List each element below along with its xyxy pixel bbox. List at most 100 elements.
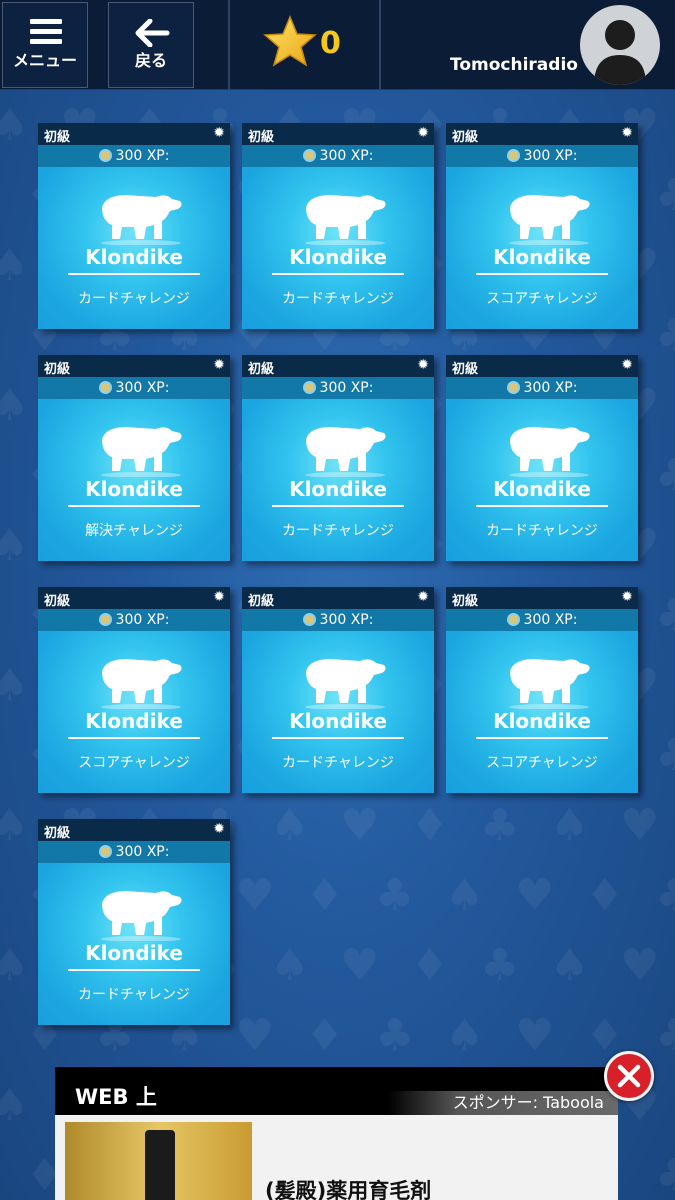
- xp-bar: 300 XP:: [242, 145, 434, 167]
- star-icon: [263, 15, 317, 67]
- challenge-tile[interactable]: 初級 ✹ 300 XP: Klondike カードチャレンジ: [38, 123, 230, 329]
- tile-artwork: Klondike スコアチャレンジ: [446, 167, 638, 329]
- suit-decoration: ♦: [305, 870, 345, 921]
- polar-bear-icon: [509, 659, 590, 709]
- tile-artwork: Klondike 解決チャレンジ: [38, 399, 230, 561]
- suit-decoration: ♣: [655, 730, 675, 781]
- xp-bar: 300 XP:: [38, 377, 230, 399]
- game-name: Klondike: [85, 477, 183, 501]
- tile-artwork: Klondike カードチャレンジ: [38, 167, 230, 329]
- xp-bar: 300 XP:: [446, 609, 638, 631]
- ad-close-button[interactable]: [604, 1051, 654, 1101]
- xp-value: 300 XP:: [115, 844, 170, 860]
- difficulty-label: 初級: [44, 826, 71, 841]
- hamburger-icon: [30, 19, 62, 45]
- suit-decoration: ♣: [655, 590, 675, 641]
- sun-icon: ✹: [213, 357, 225, 373]
- suit-decoration: ♠: [550, 940, 590, 991]
- suit-decoration: ♣: [655, 1150, 675, 1200]
- xp-bar: 300 XP:: [446, 145, 638, 167]
- tile-header: 初級 ✹: [446, 587, 638, 609]
- back-button[interactable]: 戻る: [108, 2, 194, 88]
- challenge-type: カードチャレンジ: [486, 523, 598, 539]
- tile-artwork: Klondike カードチャレンジ: [446, 399, 638, 561]
- polar-bear-icon: [509, 195, 590, 245]
- ad-banner[interactable]: WEB 上 スポンサー: Taboola (髪殿)薬用育毛剤: [55, 1067, 618, 1200]
- suit-decoration: ♠: [445, 870, 485, 921]
- challenge-type: スコアチャレンジ: [486, 755, 598, 771]
- tile-artwork: Klondike カードチャレンジ: [38, 863, 230, 1025]
- underline: [476, 737, 608, 739]
- xp-coin-icon: [302, 613, 316, 626]
- avatar[interactable]: [580, 5, 660, 85]
- menu-label: メニュー: [12, 51, 77, 70]
- tile-header: 初級 ✹: [446, 355, 638, 377]
- divider: [228, 0, 230, 90]
- challenge-tile[interactable]: 初級 ✹ 300 XP: Klondike スコアチャレンジ: [38, 587, 230, 793]
- underline: [476, 273, 608, 275]
- underline: [68, 505, 200, 507]
- suit-decoration: ♣: [480, 800, 520, 851]
- xp-coin-icon: [98, 149, 112, 162]
- tile-header: 初級 ✹: [38, 123, 230, 145]
- suit-decoration: ♥: [515, 870, 555, 921]
- suit-decoration: ♦: [410, 940, 450, 991]
- xp-value: 300 XP:: [115, 612, 170, 628]
- sun-icon: ✹: [213, 821, 225, 837]
- menu-button[interactable]: メニュー: [2, 2, 88, 88]
- challenge-type: スコアチャレンジ: [486, 291, 598, 307]
- tile-header: 初級 ✹: [242, 355, 434, 377]
- xp-coin-icon: [98, 613, 112, 626]
- challenge-tile[interactable]: 初級 ✹ 300 XP: Klondike カードチャレンジ: [446, 355, 638, 561]
- polar-bear-icon: [305, 427, 386, 477]
- difficulty-label: 初級: [44, 594, 71, 609]
- underline: [68, 737, 200, 739]
- challenge-tile[interactable]: 初級 ✹ 300 XP: Klondike スコアチャレンジ: [446, 123, 638, 329]
- challenge-tile[interactable]: 初級 ✹ 300 XP: Klondike 解決チャレンジ: [38, 355, 230, 561]
- challenge-tile[interactable]: 初級 ✹ 300 XP: Klondike カードチャレンジ: [242, 355, 434, 561]
- xp-value: 300 XP:: [319, 380, 374, 396]
- suit-decoration: ♣: [655, 870, 675, 921]
- ad-sponsor[interactable]: スポンサー: Taboola: [388, 1091, 618, 1115]
- difficulty-label: 初級: [44, 362, 71, 377]
- underline: [68, 969, 200, 971]
- suit-decoration: ♠: [0, 940, 30, 991]
- challenge-tile[interactable]: 初級 ✹ 300 XP: Klondike スコアチャレンジ: [446, 587, 638, 793]
- suit-decoration: ♥: [340, 800, 380, 851]
- game-name: Klondike: [289, 245, 387, 269]
- top-bar: メニュー 戻る 0 Tomochiradio: [0, 0, 675, 90]
- game-name: Klondike: [289, 477, 387, 501]
- suit-decoration: ♣: [375, 1010, 415, 1061]
- challenge-type: カードチャレンジ: [282, 523, 394, 539]
- suit-decoration: ♠: [270, 800, 310, 851]
- difficulty-label: 初級: [248, 130, 275, 145]
- suit-decoration: ♣: [655, 170, 675, 221]
- underline: [68, 273, 200, 275]
- suit-decoration: ♠: [0, 520, 30, 571]
- challenge-tile[interactable]: 初級 ✹ 300 XP: Klondike カードチャレンジ: [38, 819, 230, 1025]
- ad-caption[interactable]: (髪殿)薬用育毛剤: [265, 1175, 431, 1200]
- underline: [272, 505, 404, 507]
- game-name: Klondike: [493, 245, 591, 269]
- challenge-type: スコアチャレンジ: [78, 755, 190, 771]
- challenge-type: カードチャレンジ: [282, 291, 394, 307]
- xp-value: 300 XP:: [319, 612, 374, 628]
- sun-icon: ✹: [621, 357, 633, 373]
- sun-icon: ✹: [213, 589, 225, 605]
- challenge-tile[interactable]: 初級 ✹ 300 XP: Klondike カードチャレンジ: [242, 123, 434, 329]
- sun-icon: ✹: [417, 589, 429, 605]
- ad-image[interactable]: [65, 1122, 252, 1200]
- sun-icon: ✹: [621, 589, 633, 605]
- challenge-tile[interactable]: 初級 ✹ 300 XP: Klondike カードチャレンジ: [242, 587, 434, 793]
- xp-coin-icon: [302, 149, 316, 162]
- suit-decoration: ♠: [0, 1080, 30, 1131]
- xp-value: 300 XP:: [523, 380, 578, 396]
- xp-coin-icon: [98, 381, 112, 394]
- xp-bar: 300 XP:: [38, 609, 230, 631]
- xp-value: 300 XP:: [319, 148, 374, 164]
- game-name: Klondike: [289, 709, 387, 733]
- suit-decoration: ♦: [410, 800, 450, 851]
- suit-decoration: ♦: [305, 1010, 345, 1061]
- suit-decoration: ♠: [445, 1010, 485, 1061]
- tile-header: 初級 ✹: [242, 587, 434, 609]
